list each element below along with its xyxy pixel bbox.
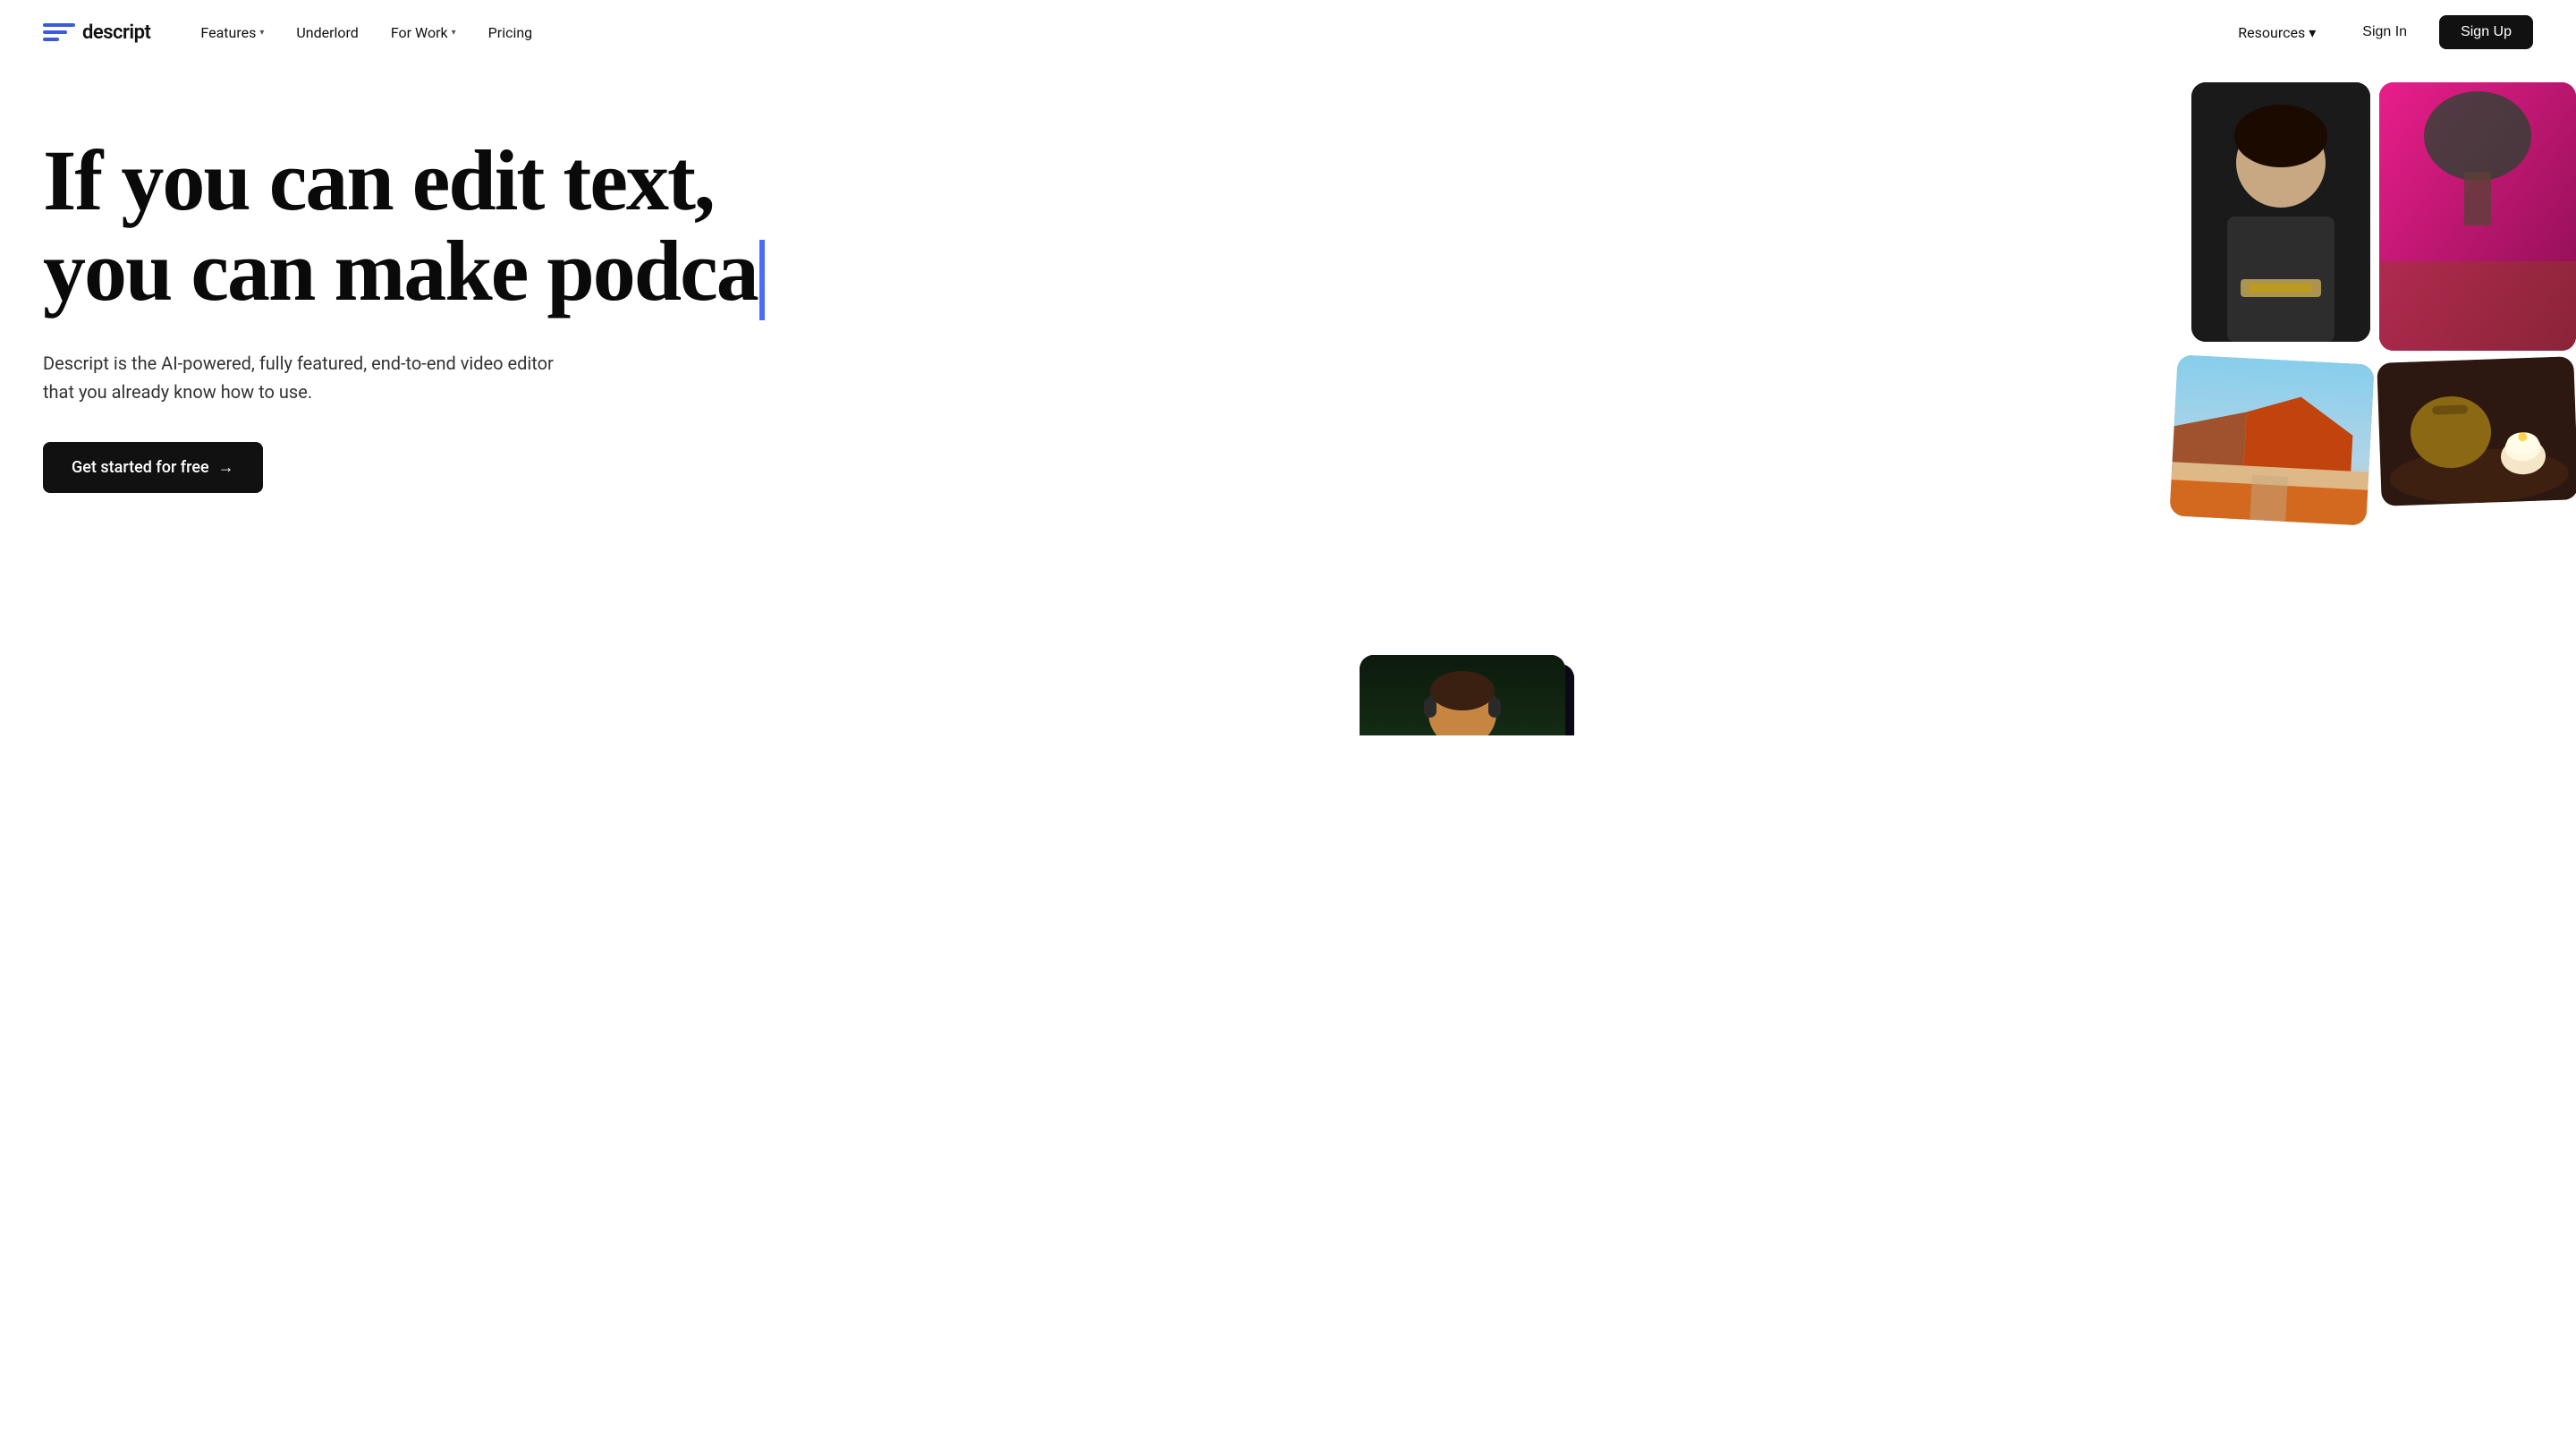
logo-text: descript	[82, 21, 150, 44]
sign-up-button[interactable]: Sign Up	[2439, 15, 2533, 49]
navbar: descript Features ▾ Underlord For Work ▾…	[0, 0, 2576, 64]
for-work-chevron-icon: ▾	[452, 28, 456, 38]
logo-bar-3	[43, 38, 59, 41]
logo-link[interactable]: descript	[43, 20, 150, 45]
logo-bar-2	[43, 30, 67, 34]
resources-chevron-icon: ▾	[2309, 24, 2316, 41]
sign-in-button[interactable]: Sign In	[2344, 17, 2425, 47]
cta-button[interactable]: Get started for free →	[43, 442, 263, 493]
cta-arrow-icon: →	[218, 458, 234, 477]
video-thumb-3	[1360, 655, 1565, 735]
hero-content: If you can edit text, you can make podca…	[43, 136, 902, 493]
hero-subtitle: Descript is the AI-powered, fully featur…	[43, 349, 580, 406]
hero-headline: If you can edit text, you can make podca	[43, 136, 902, 320]
nav-for-work[interactable]: For Work ▾	[377, 17, 470, 48]
photo-card-desert	[2169, 354, 2374, 525]
hero-section: If you can edit text, you can make podca…	[0, 64, 2576, 735]
features-chevron-icon: ▾	[259, 28, 264, 38]
logo-bar-1	[43, 23, 75, 27]
photo-card-person	[2191, 82, 2370, 342]
photo-card-food	[2377, 356, 2576, 506]
hero-image-collage	[1878, 64, 2576, 735]
video-thumbnails-row	[1360, 655, 2165, 735]
nav-underlord[interactable]: Underlord	[282, 17, 372, 48]
headline-line2: you can make podca	[43, 223, 758, 319]
cta-label: Get started for free	[72, 458, 209, 477]
nav-links: Features ▾ Underlord For Work ▾ Pricing	[186, 17, 2224, 48]
nav-resources[interactable]: Resources ▾	[2224, 17, 2330, 48]
logo-icon	[43, 20, 75, 45]
photo-card-pink	[2379, 82, 2576, 351]
headline-line1: If you can edit text,	[43, 132, 714, 228]
nav-pricing[interactable]: Pricing	[474, 17, 547, 48]
nav-right: Resources ▾ Sign In Sign Up	[2224, 15, 2533, 49]
text-cursor	[759, 240, 765, 320]
nav-features[interactable]: Features ▾	[186, 17, 278, 48]
